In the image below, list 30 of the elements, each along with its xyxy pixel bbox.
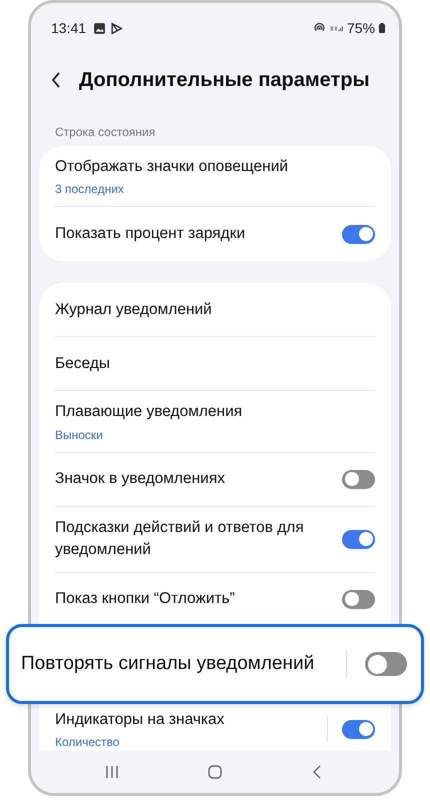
setting-label[interactable]: Индикаторы на значках <box>55 708 319 732</box>
setting-value: Выноски <box>55 428 104 442</box>
toggle-switch[interactable] <box>342 590 375 609</box>
setting-label[interactable]: Беседы <box>55 352 375 376</box>
setting-label[interactable]: Плавающие уведомления <box>55 401 375 424</box>
setting-value: 3 последних <box>55 182 125 196</box>
setting-label[interactable]: Повторять сигналы уведомлений <box>21 653 338 675</box>
toggle-switch[interactable] <box>342 224 375 244</box>
setting-label[interactable]: Показ кнопки “Отложить” <box>55 588 334 611</box>
battery-level: 75% <box>346 20 375 36</box>
setting-label[interactable]: Показать процент зарядки <box>55 223 334 246</box>
setting-value: Количество <box>55 735 120 750</box>
section-label: Строка состояния <box>54 124 156 141</box>
back-icon[interactable] <box>51 71 61 89</box>
status-time: 13:41 <box>51 20 86 36</box>
home-icon[interactable] <box>206 764 223 780</box>
page-title: Дополнительные параметры <box>79 68 370 92</box>
setting-label[interactable]: Значок в уведомлениях <box>55 468 334 491</box>
toggle-switch[interactable] <box>342 530 375 549</box>
battery-icon <box>379 23 385 33</box>
setting-label[interactable]: Журнал уведомлений <box>55 298 375 322</box>
setting-label[interactable]: Подсказки действий и ответов для уведомлений <box>55 516 334 562</box>
play-icon <box>110 22 124 34</box>
setting-label[interactable]: Отображать значки оповещений <box>55 156 375 178</box>
image-icon <box>93 22 106 34</box>
recent-apps-icon[interactable] <box>104 764 120 780</box>
toggle-switch[interactable] <box>342 720 375 739</box>
highlighted-setting[interactable]: Повторять сигналы уведомлений <box>6 624 424 704</box>
toggle-switch[interactable] <box>342 470 375 489</box>
toggle-switch[interactable] <box>365 652 407 676</box>
